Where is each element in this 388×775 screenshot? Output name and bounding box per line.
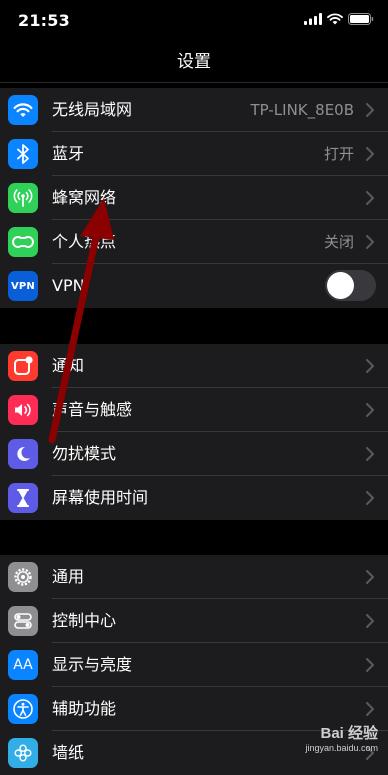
settings-row-label: 声音与触感 [52, 400, 133, 419]
signal-icon [304, 13, 322, 25]
settings-group-connectivity: 无线局域网 TP-LINK_8E0B 蓝牙 打开 蜂窝网络 个人热点 关闭 VP… [0, 88, 388, 308]
chevron-right-icon [366, 614, 374, 628]
nav-divider [0, 82, 388, 83]
settings-row-label: 墙纸 [52, 743, 85, 762]
chevron-right-icon [366, 447, 374, 461]
chevron-right-icon [366, 235, 374, 249]
settings-row-label: 无线局域网 [52, 100, 133, 119]
status-bar: 21:53 [0, 0, 388, 44]
settings-row-label: 勿扰模式 [52, 444, 117, 463]
chevron-right-icon [366, 570, 374, 584]
settings-row-hotspot[interactable]: 个人热点 关闭 [0, 220, 388, 264]
watermark-url: jingyan.baidu.com [305, 743, 378, 753]
battery-icon [348, 13, 374, 25]
settings-group-notifications: 通知 声音与触感 勿扰模式 屏幕使用时间 [0, 344, 388, 520]
chevron-right-icon [366, 103, 374, 117]
baidu-watermark: Bai 经验 jingyan.baidu.com [305, 725, 378, 754]
hotspot-icon [8, 227, 38, 257]
accessibility-icon [8, 694, 38, 724]
display-icon-text: AA [13, 657, 33, 673]
settings-row-general[interactable]: 通用 [0, 555, 388, 599]
settings-row-screentime[interactable]: 屏幕使用时间 [0, 476, 388, 520]
settings-row-sounds[interactable]: 声音与触感 [0, 388, 388, 432]
settings-row-label: 屏幕使用时间 [52, 488, 149, 507]
settings-row-display[interactable]: AA 显示与亮度 [0, 643, 388, 687]
chevron-right-icon [366, 491, 374, 505]
moon-icon [8, 439, 38, 469]
hourglass-icon [8, 483, 38, 513]
vpn-toggle[interactable] [325, 270, 376, 301]
settings-row-label: 蓝牙 [52, 144, 85, 163]
settings-row-wifi[interactable]: 无线局域网 TP-LINK_8E0B [0, 88, 388, 132]
control-center-icon [8, 606, 38, 636]
bluetooth-icon [8, 139, 38, 169]
vpn-icon-text: VPN [10, 280, 36, 292]
settings-row-label: 显示与亮度 [52, 655, 133, 674]
settings-row-label: VPN [52, 276, 85, 295]
status-time: 21:53 [18, 11, 70, 30]
cellular-icon [8, 183, 38, 213]
chevron-right-icon [366, 702, 374, 716]
settings-row-notifications[interactable]: 通知 [0, 344, 388, 388]
settings-row-label: 通知 [52, 356, 85, 375]
chevron-right-icon [366, 658, 374, 672]
gear-icon [8, 562, 38, 592]
settings-row-label: 控制中心 [52, 611, 117, 630]
wallpaper-icon [8, 738, 38, 768]
vpn-icon: VPN [8, 271, 38, 301]
settings-row-label: 通用 [52, 567, 85, 586]
page-title: 设置 [177, 52, 211, 72]
nav-bar: 设置 [0, 44, 388, 82]
settings-row-value: TP-LINK_8E0B [250, 101, 354, 119]
settings-row-dnd[interactable]: 勿扰模式 [0, 432, 388, 476]
sounds-icon [8, 395, 38, 425]
settings-row-label: 个人热点 [52, 232, 117, 251]
chevron-right-icon [366, 359, 374, 373]
chevron-right-icon [366, 147, 374, 161]
settings-row-value: 打开 [323, 145, 354, 163]
display-icon: AA [8, 650, 38, 680]
chevron-right-icon [366, 191, 374, 205]
settings-row-control-center[interactable]: 控制中心 [0, 599, 388, 643]
status-icons [304, 13, 374, 25]
chevron-right-icon [366, 403, 374, 417]
toggle-knob [327, 272, 354, 299]
wifi-status-icon [327, 13, 343, 25]
wifi-icon [8, 95, 38, 125]
settings-row-bluetooth[interactable]: 蓝牙 打开 [0, 132, 388, 176]
settings-row-vpn: VPN VPN [0, 264, 388, 308]
watermark-brand: Bai 经验 [320, 725, 378, 742]
notifications-icon [8, 351, 38, 381]
settings-row-label: 辅助功能 [52, 699, 117, 718]
settings-row-value: 关闭 [323, 233, 354, 251]
settings-row-label: 蜂窝网络 [52, 188, 117, 207]
settings-row-cellular[interactable]: 蜂窝网络 [0, 176, 388, 220]
